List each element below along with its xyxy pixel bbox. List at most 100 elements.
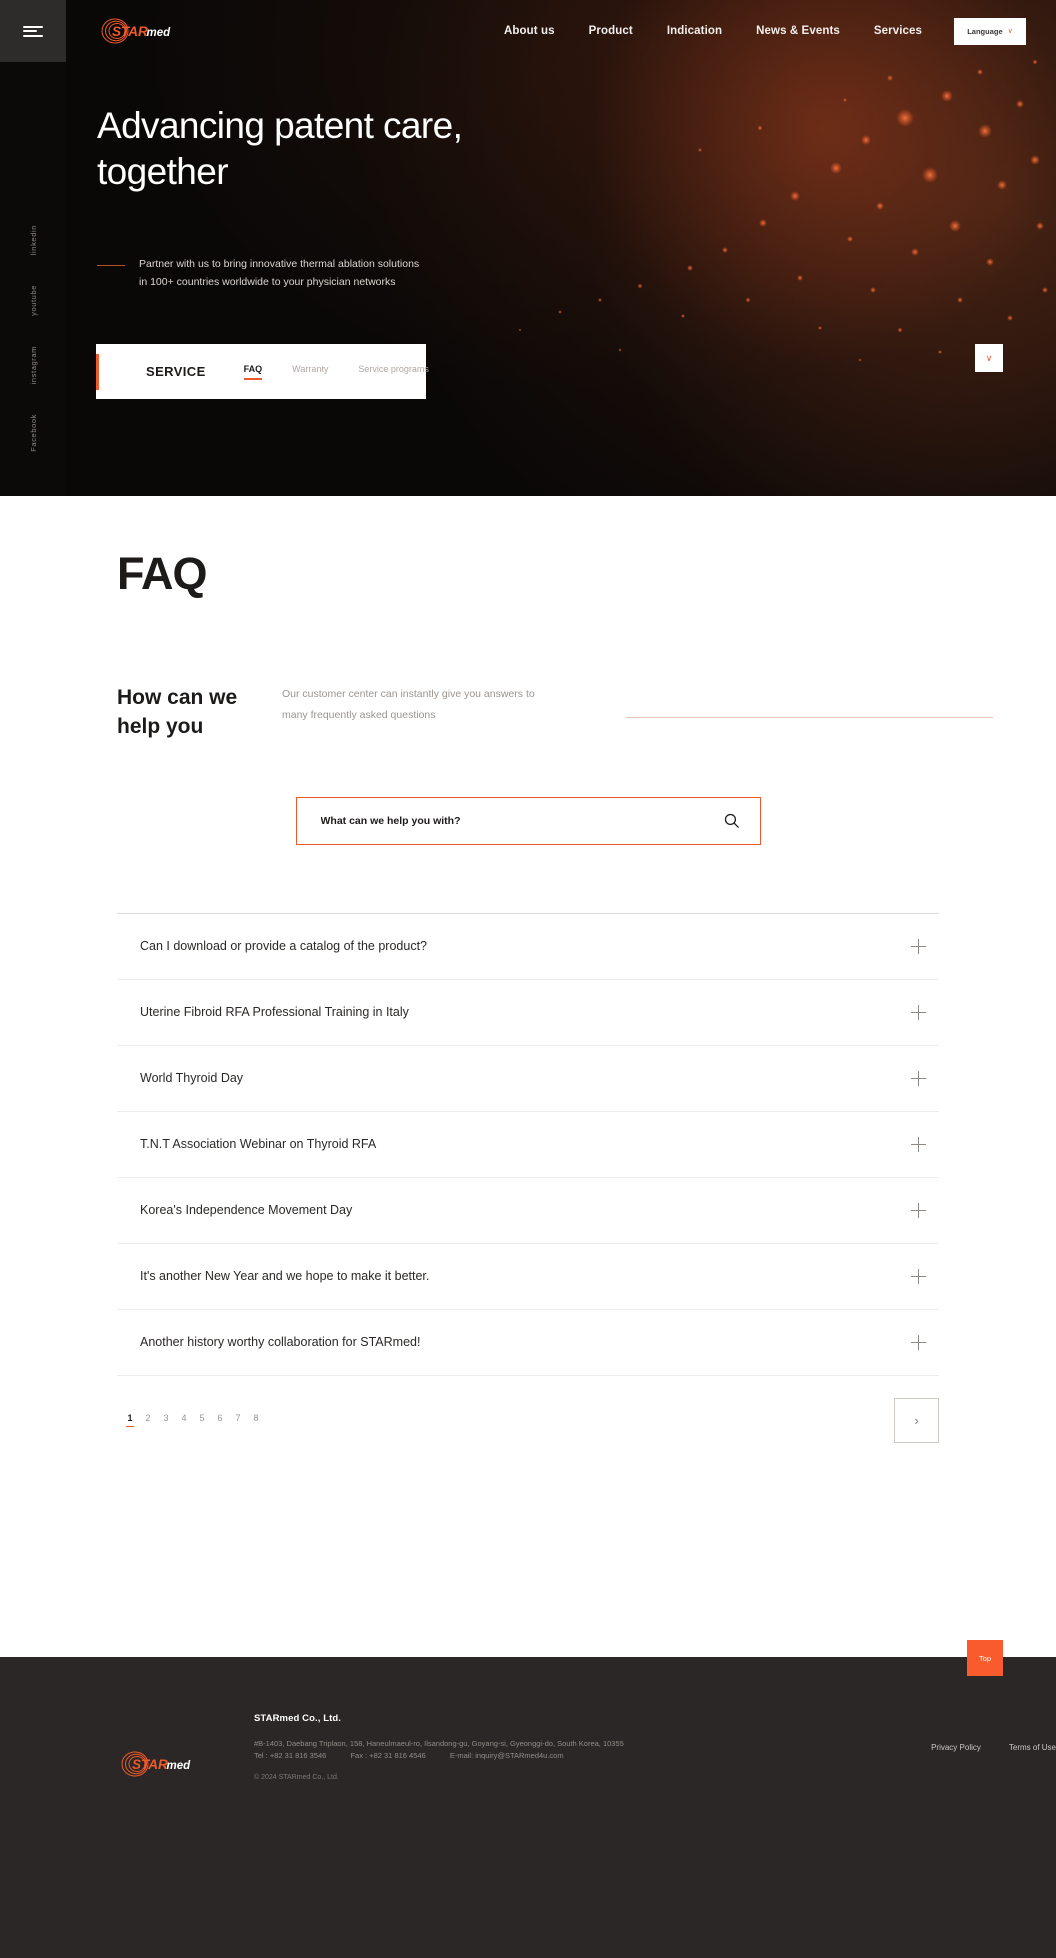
- service-accent-bar: [96, 354, 99, 390]
- starmed-logo-icon: STAR med: [121, 1751, 192, 1777]
- footer-company-name: STARmed Co., Ltd.: [254, 1713, 342, 1724]
- hero-accent-rule: [97, 265, 125, 266]
- chevron-right-icon: ›: [914, 1412, 919, 1428]
- service-label: SERVICE: [146, 364, 206, 379]
- search-box[interactable]: [295, 796, 761, 845]
- faq-item[interactable]: Can I download or provide a catalog of t…: [117, 914, 939, 980]
- hero-subtitle-line-2: in 100+ countries worldwide to your phys…: [139, 276, 396, 289]
- help-title-line-2: help you: [117, 714, 204, 738]
- page-3[interactable]: 3: [162, 1413, 170, 1427]
- faq-item[interactable]: Another history worthy collaboration for…: [117, 1310, 939, 1376]
- social-link-linkedin[interactable]: linkedin: [29, 225, 38, 255]
- footer-contact: Tel : +82 31 816 3546 Fax : +82 31 816 4…: [254, 1751, 624, 1760]
- pagination-pages: 1 2 3 4 5 6 7 8: [117, 1413, 260, 1428]
- help-divider: [626, 717, 993, 718]
- chevron-down-icon: ∨: [985, 352, 993, 363]
- page-2[interactable]: 2: [144, 1413, 152, 1427]
- page-8[interactable]: 8: [252, 1413, 260, 1427]
- nav-item-indication[interactable]: Indication: [667, 25, 722, 37]
- plus-icon[interactable]: [911, 1268, 926, 1284]
- svg-text:STAR: STAR: [112, 24, 148, 39]
- footer-links: Privacy Policy Terms of Use: [931, 1743, 1056, 1752]
- help-section: How can we help you Our customer center …: [0, 684, 1056, 742]
- help-title-line-1: How can we: [117, 686, 238, 709]
- faq-question: Uterine Fibroid RFA Professional Trainin…: [140, 1005, 409, 1020]
- pagination: 1 2 3 4 5 6 7 8 ›: [117, 1376, 939, 1443]
- page-6[interactable]: 6: [216, 1413, 224, 1427]
- hero-subtitle-group: Partner with us to bring innovative ther…: [97, 255, 419, 292]
- language-selector[interactable]: Language ∨: [954, 17, 1026, 45]
- starmed-logo-icon: STAR med: [101, 18, 172, 44]
- faq-item[interactable]: T.N.T Association Webinar on Thyroid RFA: [117, 1112, 939, 1178]
- faq-question: Korea's Independence Movement Day: [140, 1203, 353, 1218]
- main-nav: About us Product Indication News & Event…: [504, 25, 922, 37]
- page-5[interactable]: 5: [198, 1413, 206, 1427]
- nav-item-services[interactable]: Services: [874, 25, 922, 37]
- pagination-next-button[interactable]: ›: [894, 1397, 939, 1443]
- scroll-to-top-button[interactable]: Top: [967, 1640, 1003, 1676]
- footer-link-terms-of-use[interactable]: Terms of Use: [1009, 1743, 1056, 1752]
- help-description-line-1: Our customer center can instantly give y…: [282, 688, 535, 700]
- footer-tel: Tel : +82 31 816 3546: [254, 1751, 327, 1761]
- search-icon[interactable]: [723, 812, 740, 829]
- hamburger-icon: [23, 23, 43, 39]
- nav-item-product[interactable]: Product: [589, 25, 633, 37]
- footer-email[interactable]: E-mail: inquiry@STARmed4u.com: [450, 1751, 564, 1760]
- hero-title-line-2: together: [97, 150, 229, 192]
- plus-icon[interactable]: [911, 938, 926, 954]
- footer-link-privacy-policy[interactable]: Privacy Policy: [931, 1743, 981, 1752]
- faq-question: Another history worthy collaboration for…: [140, 1335, 421, 1350]
- nav-item-news-events[interactable]: News & Events: [756, 25, 840, 37]
- nav-item-about-us[interactable]: About us: [504, 25, 555, 37]
- service-dropdown-button[interactable]: ∨: [975, 344, 1003, 372]
- svg-text:med: med: [147, 27, 172, 39]
- page-title: FAQ: [117, 548, 208, 599]
- faq-question: It's another New Year and we hope to mak…: [140, 1269, 430, 1284]
- faq-question: Can I download or provide a catalog of t…: [140, 939, 427, 954]
- search-input[interactable]: [320, 814, 723, 827]
- page-7[interactable]: 7: [234, 1413, 242, 1427]
- footer-inner: STAR med STARmed Co., Ltd. #B-1403, Daeb…: [0, 1657, 1056, 1781]
- page-1[interactable]: 1: [126, 1413, 134, 1428]
- faq-item[interactable]: Korea's Independence Movement Day: [117, 1178, 939, 1244]
- svg-text:STAR: STAR: [132, 1757, 168, 1772]
- hero-subtitle: Partner with us to bring innovative ther…: [139, 255, 419, 292]
- hero-section: linkedin youtube instagram Facebook STAR…: [0, 0, 1056, 496]
- hero-title-line-1: Advancing patent care,: [97, 105, 463, 146]
- menu-button[interactable]: [0, 0, 66, 62]
- faq-item[interactable]: It's another New Year and we hope to mak…: [117, 1244, 939, 1310]
- plus-icon[interactable]: [911, 1070, 926, 1086]
- site-footer: STAR med STARmed Co., Ltd. #B-1403, Daeb…: [0, 1657, 1056, 1958]
- tab-faq[interactable]: FAQ: [243, 364, 262, 380]
- faq-list: Can I download or provide a catalog of t…: [117, 912, 939, 1376]
- faq-item[interactable]: Uterine Fibroid RFA Professional Trainin…: [117, 980, 939, 1046]
- social-link-facebook[interactable]: Facebook: [29, 414, 38, 452]
- plus-icon[interactable]: [911, 1004, 926, 1020]
- social-link-youtube[interactable]: youtube: [29, 285, 38, 316]
- left-rail: linkedin youtube instagram Facebook: [0, 0, 66, 496]
- faq-question: T.N.T Association Webinar on Thyroid RFA: [140, 1137, 377, 1152]
- logo[interactable]: STAR med: [97, 16, 181, 46]
- plus-icon[interactable]: [911, 1136, 926, 1152]
- language-label: Language: [967, 26, 1003, 36]
- plus-icon[interactable]: [911, 1202, 926, 1218]
- footer-text: STARmed Co., Ltd. #B-1403, Daebang Tripl…: [254, 1713, 624, 1781]
- faq-item[interactable]: World Thyroid Day: [117, 1046, 939, 1112]
- faq-question: World Thyroid Day: [140, 1071, 244, 1086]
- search-section: [0, 796, 1056, 845]
- tab-warranty[interactable]: Warranty: [292, 364, 328, 380]
- hero-subtitle-line-1: Partner with us to bring innovative ther…: [139, 258, 420, 270]
- social-link-instagram[interactable]: instagram: [29, 346, 38, 384]
- chevron-down-icon: ∨: [1007, 28, 1013, 35]
- help-title: How can we help you: [117, 684, 282, 742]
- page-4[interactable]: 4: [180, 1413, 188, 1427]
- svg-text:med: med: [167, 1760, 192, 1772]
- footer-logo[interactable]: STAR med: [117, 1749, 201, 1779]
- hero-particle-decoration: [518, 59, 1048, 362]
- service-tabs: FAQ Warranty Service programs: [243, 364, 429, 380]
- tab-service-programs[interactable]: Service programs: [358, 364, 429, 380]
- help-description: Our customer center can instantly give y…: [282, 684, 582, 726]
- scroll-to-top-label: Top: [978, 1653, 992, 1663]
- plus-icon[interactable]: [911, 1334, 926, 1350]
- service-tab-bar: SERVICE FAQ Warranty Service programs: [96, 344, 429, 399]
